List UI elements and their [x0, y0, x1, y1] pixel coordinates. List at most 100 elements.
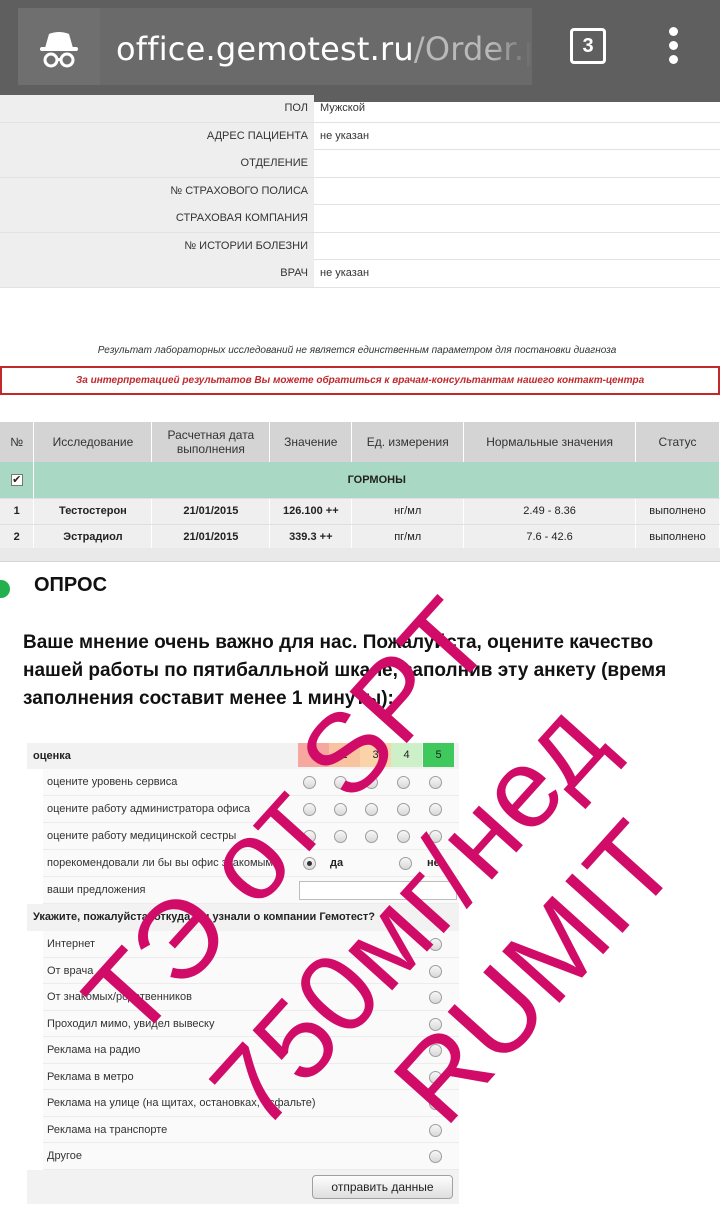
rating-radio-5[interactable] — [429, 803, 442, 816]
tab-switcher-button[interactable]: 3 — [570, 28, 606, 64]
source-option-radio[interactable] — [429, 1070, 442, 1084]
info-label: ОТДЕЛЕНИЕ — [0, 150, 314, 177]
score-header-5: 5 — [423, 743, 454, 767]
rating-radio-1[interactable] — [303, 776, 316, 789]
source-option-label: Реклама в метро — [47, 1070, 134, 1083]
cell-date: 21/01/2015 — [151, 498, 271, 525]
rating-radio-3[interactable] — [365, 803, 378, 816]
cell-date: 21/01/2015 — [151, 524, 271, 551]
score-header-4: 4 — [391, 743, 422, 767]
rating-radio-4[interactable] — [397, 830, 410, 843]
survey-intro: Ваше мнение очень важно для нас. Пожалуй… — [23, 632, 667, 709]
address-bar[interactable]: office.gemotest.ru/Order.p — [100, 8, 532, 85]
suggestions-label: ваши предложения — [47, 884, 146, 896]
source-option-radio[interactable] — [429, 1044, 442, 1057]
source-option-radio[interactable] — [429, 1097, 442, 1110]
rating-radio-4[interactable] — [397, 803, 410, 816]
results-footer — [0, 548, 720, 562]
source-option-row: Реклама на транспорте — [43, 1116, 459, 1143]
overflow-menu-icon[interactable] — [660, 26, 688, 66]
rating-question-row: оцените работу медицинской сестры — [43, 823, 459, 850]
cell-value: 126.100 ++ — [269, 498, 353, 525]
info-label: ПОЛ — [0, 95, 314, 122]
source-option-radio[interactable] — [429, 938, 442, 951]
info-row: № ИСТОРИИ БОЛЕЗНИ — [0, 232, 720, 260]
group-checkbox[interactable]: ✔ — [0, 462, 35, 499]
info-value — [314, 205, 720, 232]
recommend-row: порекомендовали ли бы вы офис знакомым? … — [43, 850, 459, 877]
rating-question: оцените работу администратора офиса — [47, 803, 251, 815]
info-label: № СТРАХОВОГО ПОЛИСА — [0, 177, 314, 205]
cell-norm: 7.6 - 42.6 — [463, 524, 636, 551]
rating-radio-4[interactable] — [397, 776, 410, 789]
rating-header: оценка 12345 — [27, 743, 459, 769]
source-option-row: Интернет — [43, 931, 459, 958]
rating-radio-5[interactable] — [429, 776, 442, 789]
suggestions-row: ваши предложения — [43, 877, 459, 904]
info-row: ВРАЧ не указан — [0, 260, 720, 288]
results-table: № Исследование Расчетная дата выполнения… — [0, 422, 720, 551]
rating-radio-1[interactable] — [303, 803, 316, 816]
cell-status: выполнено — [635, 524, 720, 551]
score-header-2: 2 — [329, 743, 360, 767]
table-row: 1 Тестостерон 21/01/2015 126.100 ++ нг/м… — [0, 498, 720, 525]
group-name: ГОРМОНЫ — [33, 462, 720, 499]
col-header-status: Статус — [635, 422, 720, 462]
source-option-row: Реклама на улице (на щитах, остановках, … — [43, 1090, 459, 1117]
browser-toolbar: office.gemotest.ru/Order.p 3 — [0, 0, 720, 102]
survey-form: оценка 12345 оцените уровень сервиса оцен… — [27, 743, 459, 1204]
patient-info-table: ПОЛ Мужской АДРЕС ПАЦИЕНТА не указан ОТДЕЛЕН… — [0, 95, 720, 288]
contact-center-note: За интерпретацией результатов Вы можете … — [0, 366, 720, 395]
source-option-row: Проходил мимо, увидел вывеску — [43, 1010, 459, 1037]
source-option-row: От врача — [43, 957, 459, 984]
source-option-label: От врача — [47, 964, 94, 977]
rating-radio-5[interactable] — [429, 830, 442, 843]
cell-test: Тестостерон — [33, 498, 153, 525]
suggestions-input[interactable] — [299, 881, 457, 900]
info-value — [314, 233, 720, 260]
table-row: 2 Эстрадиол 21/01/2015 339.3 ++ пг/мл 7.… — [0, 524, 720, 551]
rating-radio-1[interactable] — [303, 830, 316, 843]
info-value: Мужской — [320, 102, 365, 114]
group-row: ✔ ГОРМОНЫ — [0, 462, 720, 499]
recommend-no-radio[interactable] — [399, 857, 412, 870]
source-option-row: Другое — [43, 1143, 459, 1170]
rating-radio-2[interactable] — [334, 803, 347, 816]
survey-bullet-icon — [0, 580, 10, 598]
source-option-label: От знакомых/родственников — [47, 991, 192, 1003]
info-value: не указан — [320, 267, 370, 279]
incognito-icon — [18, 8, 100, 85]
recommend-yes-radio[interactable] — [303, 857, 316, 870]
info-value — [314, 150, 720, 177]
source-option-radio[interactable] — [429, 1150, 442, 1163]
source-option-label: Реклама на улице (на щитах, остановках, … — [47, 1097, 316, 1109]
rating-radio-3[interactable] — [365, 776, 378, 789]
source-option-radio[interactable] — [429, 1017, 442, 1031]
recommend-no-label: нет — [427, 857, 446, 869]
info-row: СТРАХОВАЯ КОМПАНИЯ — [0, 205, 720, 233]
source-option-label: Проходил мимо, увидел вывеску — [47, 1017, 215, 1030]
rating-question: оцените уровень сервиса — [47, 776, 178, 788]
rating-radio-3[interactable] — [365, 830, 378, 843]
source-option-label: Реклама на радио — [47, 1044, 141, 1056]
cell-norm: 2.49 - 8.36 — [463, 498, 636, 525]
source-option-label: Реклама на транспорте — [47, 1123, 168, 1136]
cell-unit: нг/мл — [351, 498, 465, 525]
url-text: office.gemotest.ru/Order.p — [116, 30, 532, 68]
source-option-radio[interactable] — [429, 964, 442, 978]
rating-radio-2[interactable] — [334, 776, 347, 789]
rating-radio-2[interactable] — [334, 830, 347, 843]
source-option-radio[interactable] — [429, 991, 442, 1004]
rating-question-row: оцените уровень сервиса — [43, 769, 459, 796]
source-option-label: Другое — [47, 1150, 82, 1162]
col-header-unit: Ед. измерения — [351, 422, 465, 462]
col-header-test: Исследование — [33, 422, 153, 462]
cell-value: 339.3 ++ — [269, 524, 353, 551]
disclaimer-note: Результат лабораторных исследований не я… — [97, 345, 617, 356]
score-header-3: 3 — [360, 743, 391, 767]
col-header-norm: Нормальные значения — [463, 422, 636, 462]
source-question: Укажите, пожалуйста, откуда вы узнали о … — [33, 911, 376, 923]
source-option-radio[interactable] — [429, 1123, 442, 1137]
info-label: АДРЕС ПАЦИЕНТА — [0, 122, 314, 150]
submit-button[interactable]: отправить данные — [312, 1174, 453, 1199]
